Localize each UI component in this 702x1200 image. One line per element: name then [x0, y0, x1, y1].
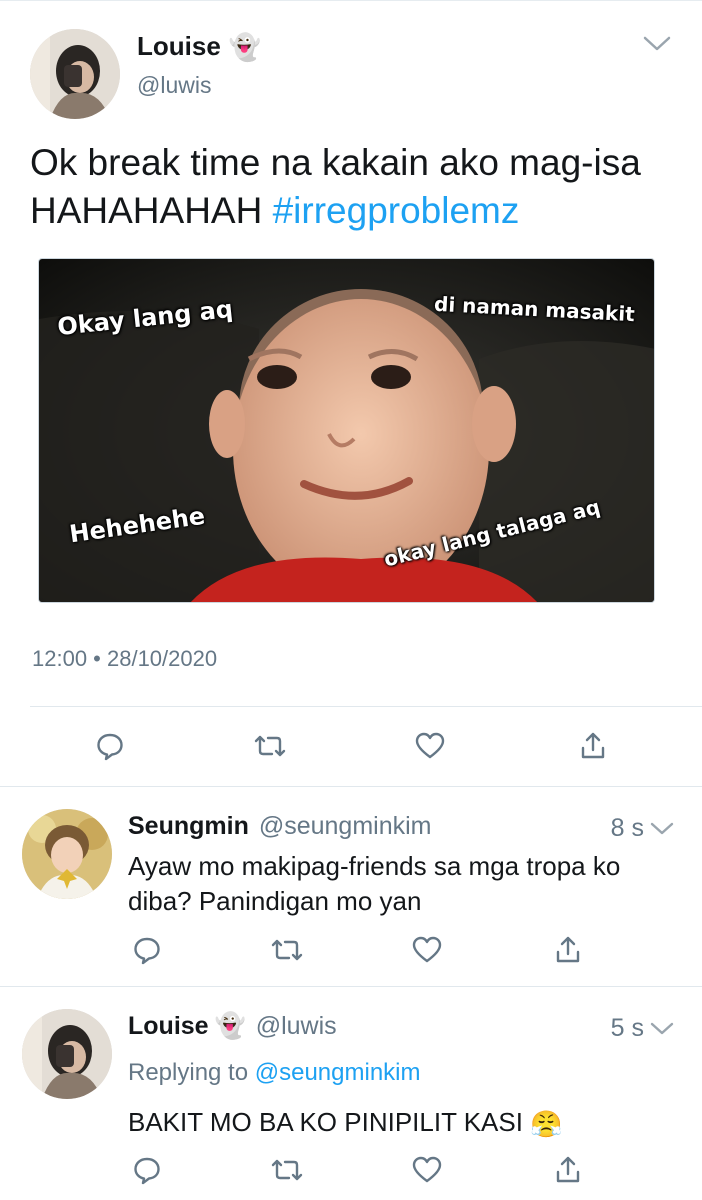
- reply-author-name[interactable]: Louise 👻: [128, 1012, 246, 1041]
- tweet-text: Ok break time na kakain ako mag-isa HAHA…: [30, 139, 680, 235]
- reply-text: BAKIT MO BA KO PINIPILIT KASI 😤: [128, 1105, 688, 1142]
- reply-icon[interactable]: [130, 933, 164, 967]
- chevron-down-icon[interactable]: [650, 821, 674, 837]
- reply-tweet[interactable]: Seungmin @seungminkim 8 s Ayaw mo makipa…: [0, 787, 702, 987]
- author-avatar[interactable]: [30, 29, 120, 119]
- divider: [30, 706, 702, 707]
- author-name[interactable]: Louise 👻: [137, 31, 261, 62]
- tweet-thread: Louise 👻 @luwis Ok break time na kakain …: [0, 0, 702, 1200]
- chevron-down-icon[interactable]: [650, 1021, 674, 1037]
- share-icon[interactable]: [576, 729, 610, 763]
- angry-face-emoji: 😤: [530, 1108, 563, 1139]
- like-icon[interactable]: [413, 729, 447, 763]
- reply-tweet[interactable]: Louise 👻 @luwis 5 s Replying to @seungmi…: [0, 987, 702, 1200]
- retweet-icon[interactable]: [253, 729, 287, 763]
- main-tweet: Louise 👻 @luwis Ok break time na kakain …: [0, 0, 702, 787]
- reply-author-handle[interactable]: @seungminkim: [259, 812, 432, 841]
- tweet-text-line1: Ok break time na kakain ako mag-isa: [30, 142, 641, 183]
- chevron-down-icon[interactable]: [642, 35, 672, 53]
- ghost-emoji: 👻: [214, 1012, 246, 1040]
- share-icon[interactable]: [551, 1153, 585, 1187]
- hashtag-link[interactable]: #irregproblemz: [273, 190, 520, 231]
- tweet-media-image[interactable]: Okay lang aq di naman masakit Hehehehe o…: [38, 258, 655, 603]
- reply-header: Louise 👻 @luwis: [128, 1012, 337, 1041]
- reply-time[interactable]: 8 s: [611, 814, 644, 843]
- reply-avatar[interactable]: [22, 1009, 112, 1099]
- like-icon[interactable]: [410, 1153, 444, 1187]
- reply-text: Ayaw mo makipag-friends sa mga tropa ko …: [128, 851, 621, 916]
- like-icon[interactable]: [410, 933, 444, 967]
- retweet-icon[interactable]: [270, 1153, 304, 1187]
- retweet-icon[interactable]: [270, 933, 304, 967]
- reply-avatar[interactable]: [22, 809, 112, 899]
- reply-time[interactable]: 5 s: [611, 1014, 644, 1043]
- tweet-timestamp[interactable]: 12:00 • 28/10/2020: [32, 646, 217, 672]
- ghost-emoji: 👻: [228, 31, 262, 62]
- author-handle[interactable]: @luwis: [137, 72, 211, 99]
- reply-icon[interactable]: [93, 729, 127, 763]
- reply-header: Seungmin @seungminkim: [128, 812, 432, 841]
- share-icon[interactable]: [551, 933, 585, 967]
- replying-to-line: Replying to @seungminkim: [128, 1059, 421, 1086]
- reply-author-name[interactable]: Seungmin: [128, 812, 249, 841]
- reply-author-handle[interactable]: @luwis: [256, 1012, 337, 1041]
- mention-link[interactable]: @seungminkim: [255, 1059, 421, 1086]
- reply-icon[interactable]: [130, 1153, 164, 1187]
- tweet-text-line2: HAHAHAHAH #irregproblemz: [30, 190, 520, 231]
